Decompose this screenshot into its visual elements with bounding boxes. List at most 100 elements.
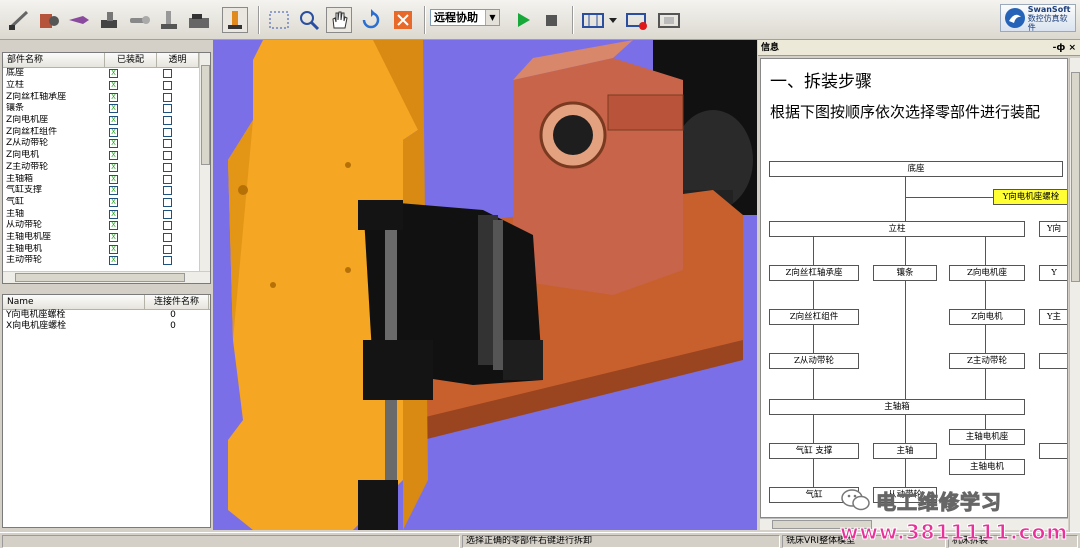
- assembled-checkbox[interactable]: X: [109, 186, 118, 196]
- bottom-bearing[interactable]: [358, 480, 398, 530]
- col-connector-name[interactable]: 连接件名称: [145, 295, 209, 309]
- flow-node-z-driven: Z从动带轮: [769, 353, 859, 369]
- transparent-checkbox[interactable]: [163, 69, 172, 79]
- info-horizontal-scrollbar[interactable]: [760, 518, 1068, 530]
- assembled-checkbox[interactable]: X: [109, 232, 118, 242]
- assembled-checkbox[interactable]: X: [109, 209, 118, 219]
- list-item[interactable]: 主轴电机座 X: [3, 232, 210, 244]
- cnc-machine-icon[interactable]: [186, 7, 212, 33]
- transparent-checkbox[interactable]: [163, 151, 172, 161]
- list-item[interactable]: Z向电机座 X: [3, 115, 210, 127]
- scroll-thumb[interactable]: [1071, 72, 1080, 282]
- headstock-icon[interactable]: [36, 7, 62, 33]
- parts-vertical-scrollbar[interactable]: [199, 53, 210, 271]
- record-icon[interactable]: [624, 7, 650, 33]
- transparent-checkbox[interactable]: [163, 139, 172, 149]
- assembled-checkbox[interactable]: X: [109, 174, 118, 184]
- list-item[interactable]: 主轴箱 X: [3, 173, 210, 185]
- assembled-checkbox[interactable]: X: [109, 151, 118, 161]
- scroll-thumb[interactable]: [201, 65, 210, 165]
- flow-line: [813, 281, 814, 309]
- assembled-checkbox[interactable]: X: [109, 69, 118, 79]
- robot-arm-icon[interactable]: [222, 7, 248, 33]
- transparent-checkbox[interactable]: [163, 92, 172, 102]
- dropdown-arrow-icon[interactable]: [606, 7, 620, 33]
- fit-view-icon[interactable]: [390, 7, 416, 33]
- list-item[interactable]: 主动带轮 X: [3, 255, 210, 267]
- assembled-checkbox[interactable]: X: [109, 256, 118, 266]
- assembled-checkbox[interactable]: X: [109, 221, 118, 231]
- transparent-checkbox[interactable]: [163, 197, 172, 207]
- list-item[interactable]: Z从动带轮 X: [3, 138, 210, 150]
- part-name: 立柱: [6, 80, 25, 91]
- col-part-name[interactable]: 部件名称: [3, 53, 105, 67]
- list-item[interactable]: 立柱 X: [3, 80, 210, 92]
- transparent-checkbox[interactable]: [163, 221, 172, 231]
- lathe-tool-icon[interactable]: [96, 7, 122, 33]
- transparent-checkbox[interactable]: [163, 116, 172, 126]
- col-name[interactable]: Name: [3, 295, 145, 309]
- table-row[interactable]: Y向电机座螺栓 0: [3, 310, 210, 321]
- zoom-icon[interactable]: [296, 7, 322, 33]
- transparent-checkbox[interactable]: [163, 209, 172, 219]
- col-transparent[interactable]: 透明: [157, 53, 199, 67]
- drill-bit-icon[interactable]: [66, 7, 92, 33]
- flow-line: [813, 459, 814, 487]
- select-rect-icon[interactable]: [266, 7, 292, 33]
- status-mode: 机床拆装: [948, 535, 1078, 548]
- transparent-checkbox[interactable]: [163, 232, 172, 242]
- transparent-checkbox[interactable]: [163, 244, 172, 254]
- assembled-checkbox[interactable]: X: [109, 92, 118, 102]
- list-item[interactable]: Z向丝杠轴承座 X: [3, 91, 210, 103]
- machine-tool-icon[interactable]: [156, 7, 182, 33]
- machine-model[interactable]: [213, 40, 757, 530]
- assembled-checkbox[interactable]: X: [109, 197, 118, 207]
- col-assembled[interactable]: 已装配: [105, 53, 157, 67]
- list-item[interactable]: Z主动带轮 X: [3, 162, 210, 174]
- assembled-checkbox[interactable]: X: [109, 127, 118, 137]
- wrench-icon[interactable]: [126, 7, 152, 33]
- chevron-down-icon[interactable]: ▼: [485, 10, 499, 25]
- transparent-checkbox[interactable]: [163, 186, 172, 196]
- spindle-box[interactable]: [513, 58, 683, 295]
- transparent-checkbox[interactable]: [163, 127, 172, 137]
- bearing-block[interactable]: [358, 200, 403, 230]
- table-row[interactable]: X向电机座螺栓 0: [3, 321, 210, 332]
- list-item[interactable]: 气缸支撑 X: [3, 185, 210, 197]
- screwdriver-icon[interactable]: [6, 7, 32, 33]
- scroll-thumb[interactable]: [772, 520, 872, 529]
- play-icon[interactable]: [510, 7, 536, 33]
- stop-icon[interactable]: [538, 7, 564, 33]
- mode-select[interactable]: 远程协助 ▼: [430, 9, 500, 26]
- assembled-checkbox[interactable]: X: [109, 162, 118, 172]
- pan-hand-icon[interactable]: [326, 7, 352, 33]
- film-strip-icon[interactable]: [580, 7, 606, 33]
- transparent-checkbox[interactable]: [163, 104, 172, 114]
- info-content: 一、拆装步骤 根据下图按顺序依次选择零部件进行装配 底座 Y向电机座螺栓 立柱 …: [760, 58, 1068, 518]
- list-item[interactable]: 主轴 X: [3, 208, 210, 220]
- assembled-checkbox[interactable]: X: [109, 81, 118, 91]
- list-item[interactable]: 气缸 X: [3, 197, 210, 209]
- playback-icon[interactable]: [656, 7, 682, 33]
- assembled-checkbox[interactable]: X: [109, 116, 118, 126]
- list-item[interactable]: 从动带轮 X: [3, 220, 210, 232]
- assembled-checkbox[interactable]: X: [109, 104, 118, 114]
- list-item[interactable]: Z向电机 X: [3, 150, 210, 162]
- transparent-checkbox[interactable]: [163, 256, 172, 266]
- list-item[interactable]: 镶条 X: [3, 103, 210, 115]
- parts-horizontal-scrollbar[interactable]: [3, 271, 210, 283]
- list-item[interactable]: 主轴电机 X: [3, 243, 210, 255]
- scroll-thumb[interactable]: [15, 273, 185, 282]
- list-item[interactable]: Z向丝杠组件 X: [3, 126, 210, 138]
- transparent-checkbox[interactable]: [163, 174, 172, 184]
- 3d-viewport[interactable]: [213, 40, 757, 530]
- rotate-icon[interactable]: [358, 7, 384, 33]
- transparent-checkbox[interactable]: [163, 162, 172, 172]
- pin-close-icon[interactable]: -ф ×: [1053, 40, 1076, 56]
- assembled-checkbox[interactable]: X: [109, 139, 118, 149]
- list-item[interactable]: 底座 X: [3, 68, 210, 80]
- nut-block[interactable]: [363, 340, 433, 400]
- assembled-checkbox[interactable]: X: [109, 244, 118, 254]
- transparent-checkbox[interactable]: [163, 81, 172, 91]
- info-vertical-scrollbar[interactable]: [1069, 58, 1080, 532]
